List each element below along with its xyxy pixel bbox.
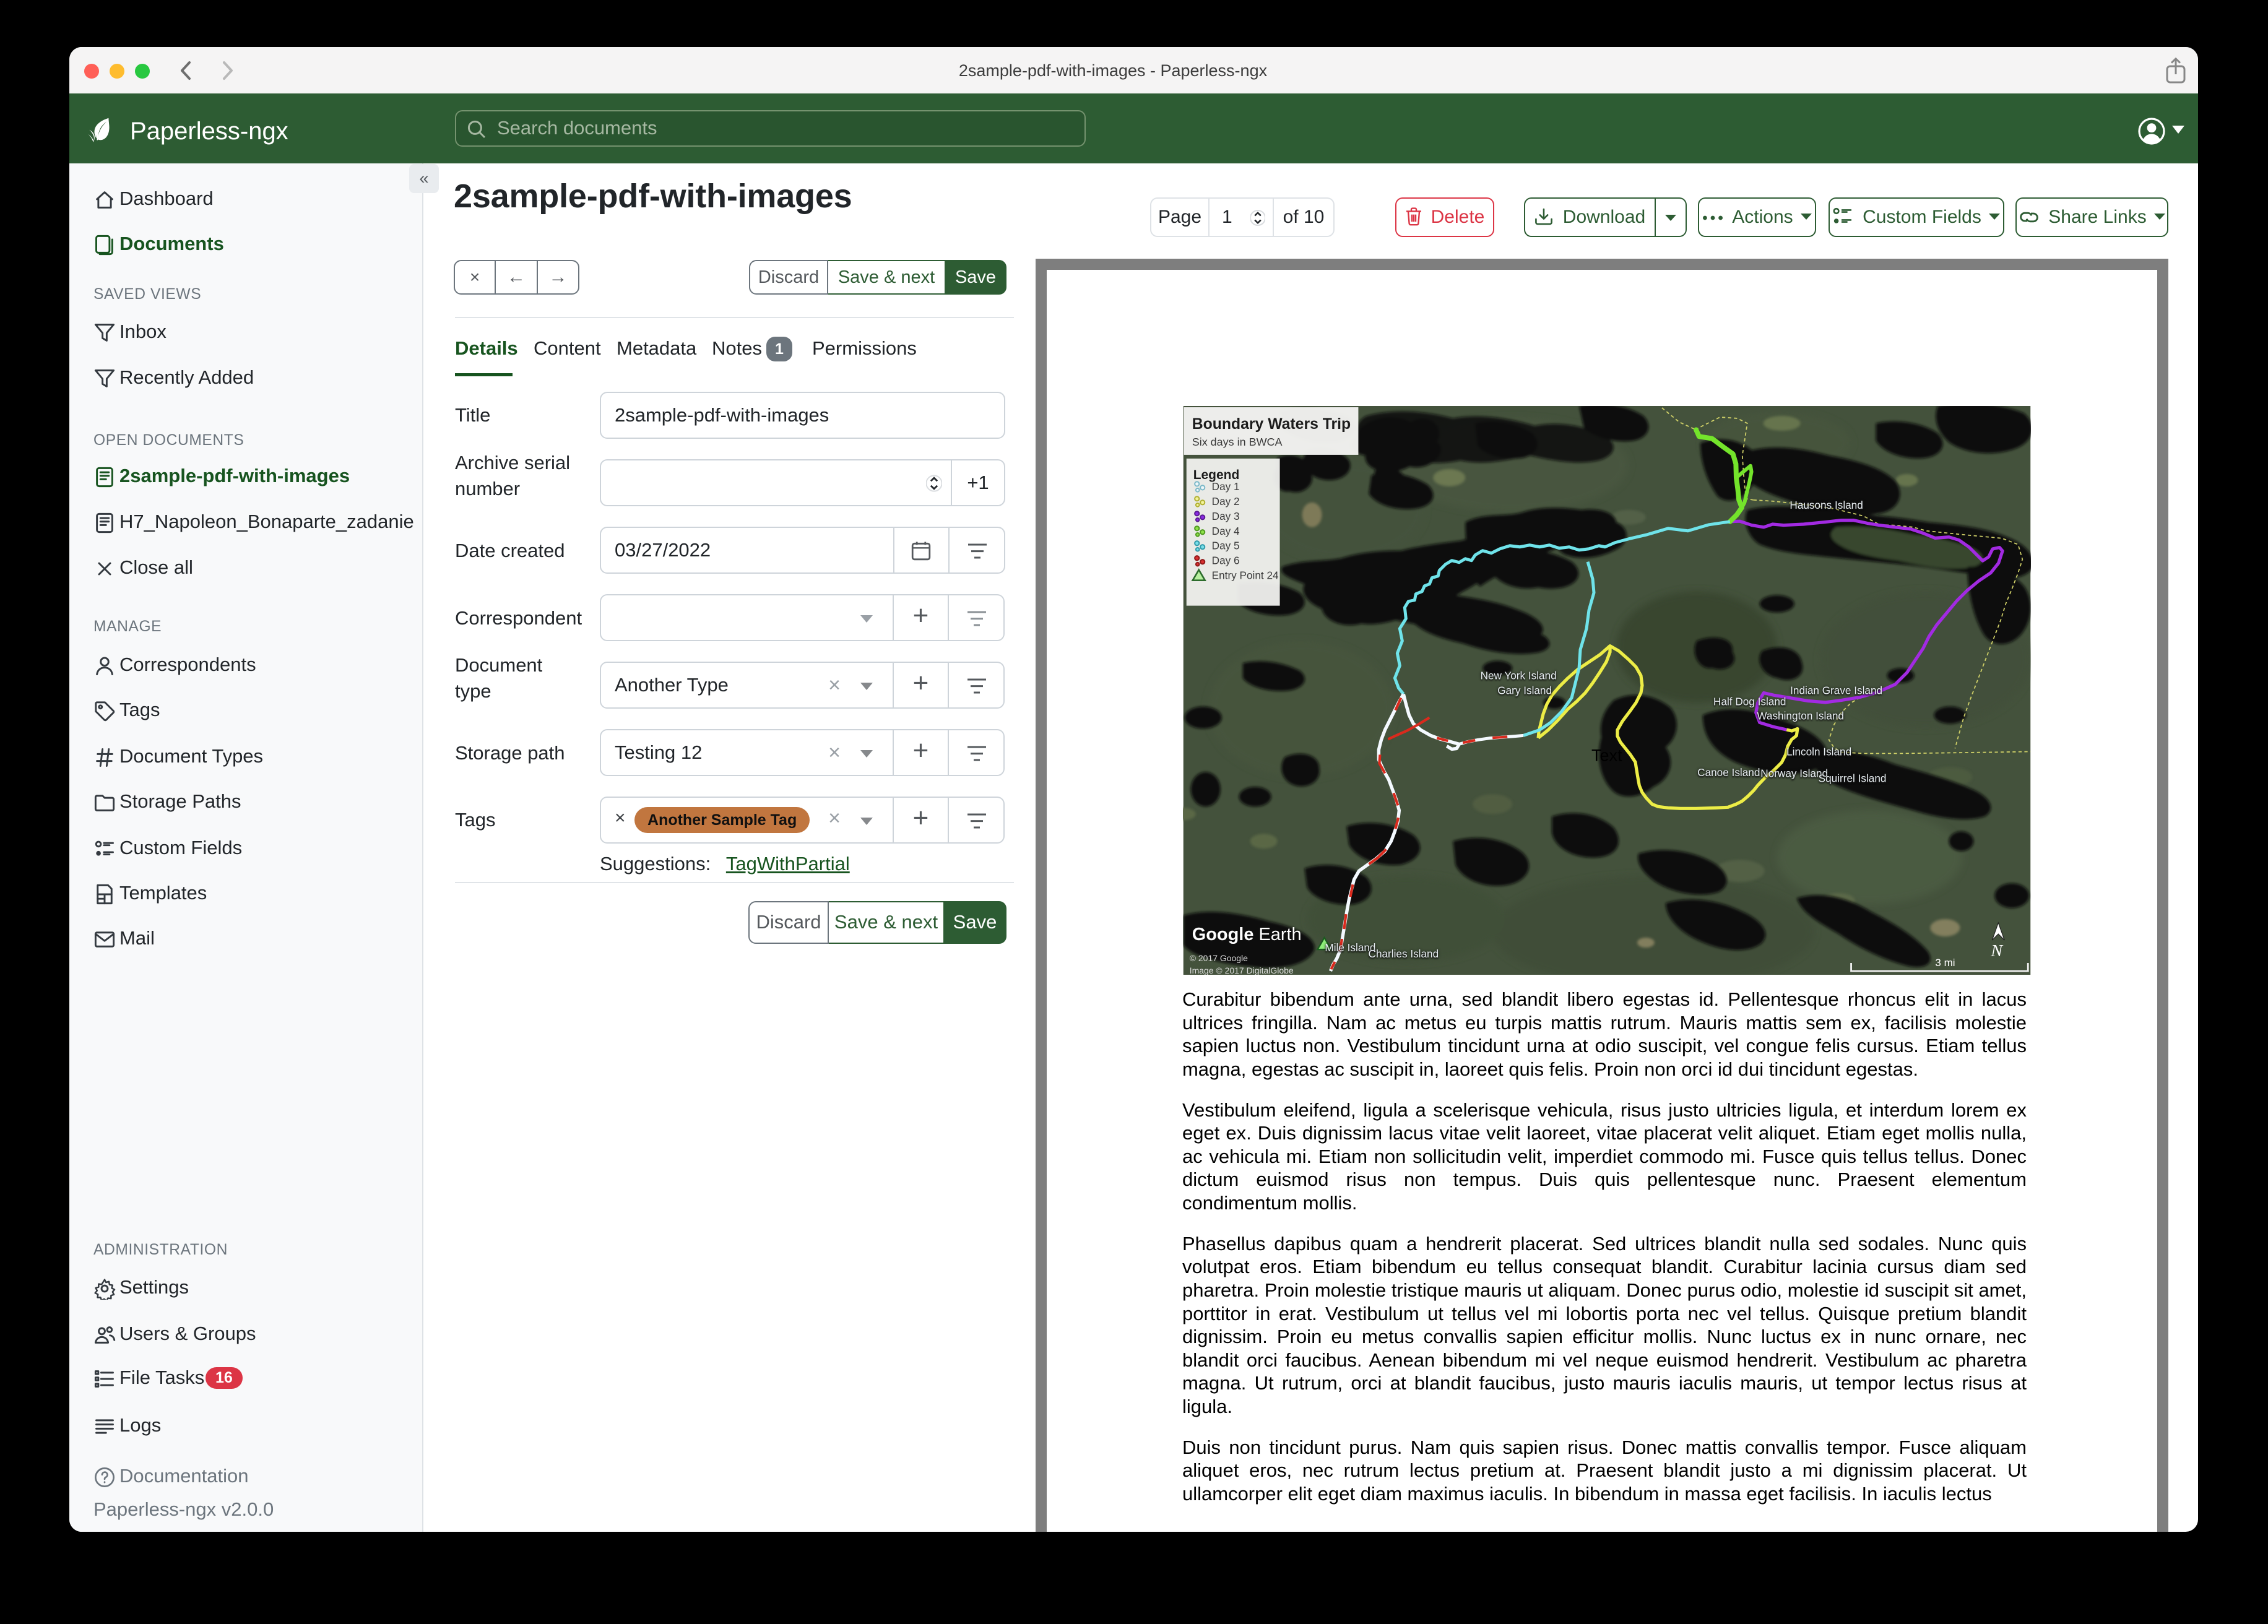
svg-text:Boundary Waters Trip: Boundary Waters Trip bbox=[1192, 416, 1351, 433]
svg-text:New York Island: New York Island bbox=[1481, 670, 1557, 682]
svg-text:Day 2: Day 2 bbox=[1212, 495, 1240, 508]
svg-text:Day 3: Day 3 bbox=[1212, 510, 1240, 522]
svg-text:Day 4: Day 4 bbox=[1212, 525, 1240, 537]
svg-text:Canoe Island: Canoe Island bbox=[1697, 766, 1760, 779]
svg-text:Charlies Island: Charlies Island bbox=[1369, 948, 1439, 960]
svg-text:Day 6: Day 6 bbox=[1212, 555, 1240, 567]
svg-text:3 mi: 3 mi bbox=[1935, 957, 1955, 969]
svg-text:Indian Grave Island: Indian Grave Island bbox=[1790, 684, 1882, 696]
svg-text:GoogleEarth: Google Earth bbox=[1192, 925, 1302, 944]
svg-text:Lincoln Island: Lincoln Island bbox=[1786, 745, 1851, 758]
svg-text:Image © 2017 DigitalGlobe: Image © 2017 DigitalGlobe bbox=[1190, 965, 1294, 975]
svg-text:Entry Point 24: Entry Point 24 bbox=[1212, 569, 1279, 582]
svg-text:Day 1: Day 1 bbox=[1212, 480, 1240, 493]
svg-text:© 2017 Google: © 2017 Google bbox=[1190, 953, 1248, 963]
svg-text:N: N bbox=[1990, 941, 2003, 961]
svg-text:Squirrel Island: Squirrel Island bbox=[1819, 772, 1887, 785]
svg-text:Half Dog Island: Half Dog Island bbox=[1713, 695, 1786, 707]
svg-text:Gary Island: Gary Island bbox=[1497, 684, 1552, 696]
svg-text:Text: Text bbox=[1591, 746, 1622, 764]
svg-text:Day 5: Day 5 bbox=[1212, 540, 1240, 552]
svg-text:Washington Island: Washington Island bbox=[1757, 709, 1844, 722]
svg-text:Six days in BWCA: Six days in BWCA bbox=[1192, 436, 1283, 448]
svg-text:Hausons Island: Hausons Island bbox=[1790, 499, 1863, 511]
